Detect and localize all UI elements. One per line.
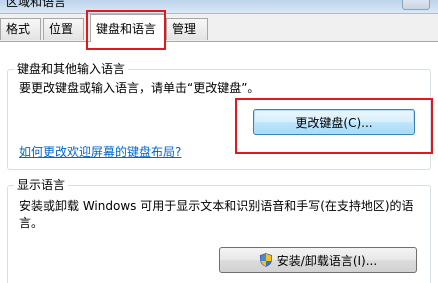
uac-shield-icon [259, 253, 272, 267]
install-uninstall-languages-button[interactable]: 安装/卸载语言(I)... [219, 247, 417, 273]
tab-label: 管理 [172, 22, 197, 36]
change-keyboards-button-label: 更改键盘(C)... [295, 115, 373, 130]
tab-administrative[interactable]: 管理 [166, 18, 208, 40]
change-keyboards-button[interactable]: 更改键盘(C)... [253, 109, 415, 135]
install-uninstall-languages-button-label: 安装/卸载语言(I)... [276, 253, 378, 268]
tab-strip: 格式 位置 键盘和语言 管理 [0, 14, 438, 42]
keyboards-group-label: 键盘和其他输入语言 [14, 61, 129, 77]
display-language-group-label: 显示语言 [14, 177, 69, 193]
close-button[interactable] [402, 0, 430, 10]
tab-panel: 键盘和其他输入语言 要更改键盘或输入语言，请单击“更改键盘”。 更改键盘(C).… [0, 41, 438, 283]
title-bar: 区域和语言 [0, 0, 438, 14]
tab-label: 位置 [49, 22, 74, 36]
display-language-description-line2: 言。 [19, 216, 44, 230]
window-title: 区域和语言 [6, 0, 67, 9]
display-language-description-line1: 安装或卸载 Windows 可用于显示文本和识别语音和手写(在支持地区)的语 [19, 199, 414, 213]
tab-label: 格式 [6, 22, 31, 36]
keyboards-description: 要更改键盘或输入语言，请单击“更改键盘”。 [19, 81, 260, 95]
tab-keyboards-and-languages[interactable]: 键盘和语言 [90, 14, 166, 42]
tab-label: 键盘和语言 [96, 22, 157, 36]
welcome-screen-keyboard-link[interactable]: 如何更改欢迎屏幕的键盘布局? [19, 144, 181, 161]
tab-formats[interactable]: 格式 [0, 18, 41, 40]
tab-location[interactable]: 位置 [43, 18, 84, 40]
